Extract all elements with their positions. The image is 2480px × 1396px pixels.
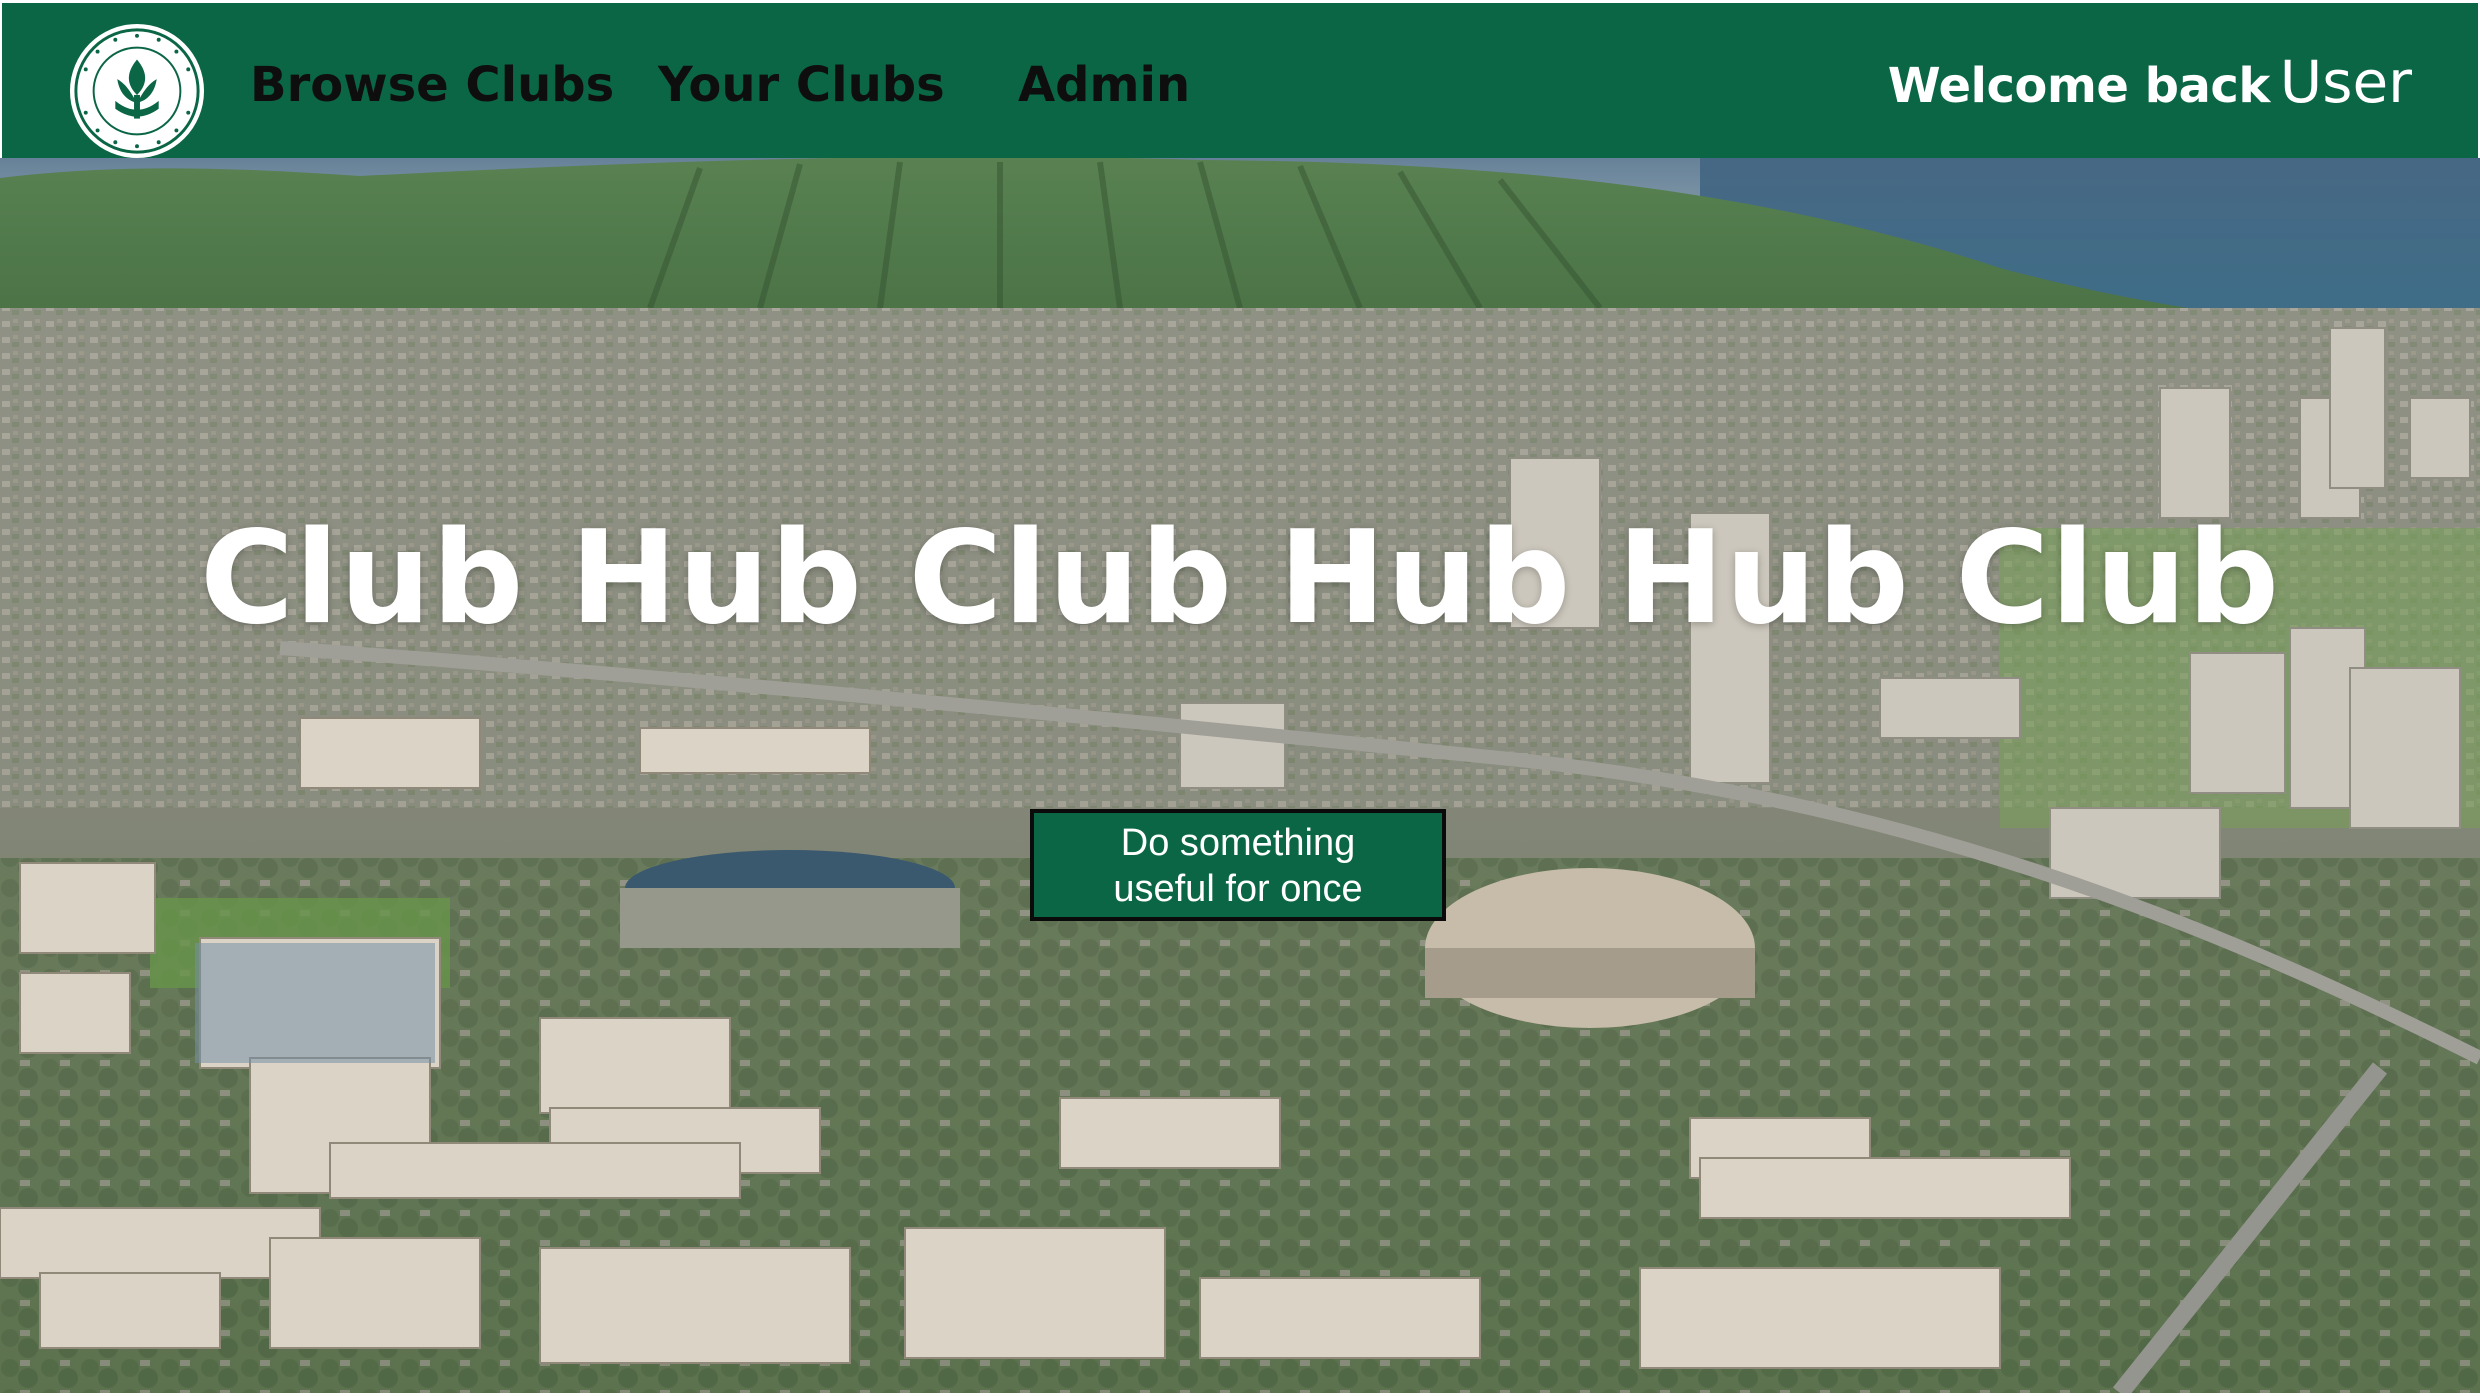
top-navbar: Browse Clubs Your Clubs Admin Welcome ba… bbox=[2, 3, 2478, 160]
welcome-username[interactable]: User bbox=[2280, 48, 2412, 116]
hero-banner: Club Hub Club Hub Hub Club Do something … bbox=[0, 158, 2480, 1393]
nav-link-admin[interactable]: Admin bbox=[1018, 61, 1190, 109]
campus-aerial-background-image bbox=[0, 158, 2480, 1393]
university-seal-logo[interactable] bbox=[68, 22, 206, 160]
seal-icon bbox=[69, 23, 205, 159]
do-something-button[interactable]: Do something useful for once bbox=[1030, 809, 1446, 921]
nav-link-your-clubs[interactable]: Your Clubs bbox=[658, 61, 945, 109]
hero-title: Club Hub Club Hub Hub Club bbox=[199, 504, 2281, 653]
welcome-prefix-text: Welcome back bbox=[1887, 58, 2271, 114]
welcome-message: Welcome back User bbox=[1888, 53, 2412, 111]
nav-link-browse-clubs[interactable]: Browse Clubs bbox=[250, 61, 614, 109]
